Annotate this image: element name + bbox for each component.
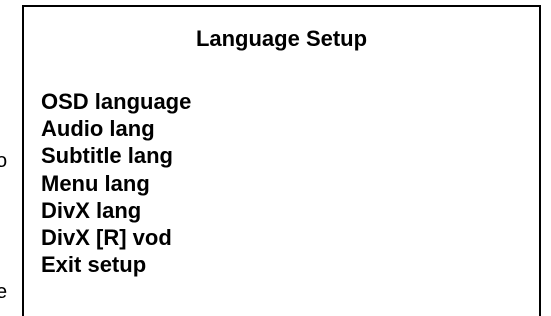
screen: o e Language Setup OSD language Audio la… <box>0 0 551 316</box>
menu-item-menu-lang[interactable]: Menu lang <box>41 170 191 197</box>
language-setup-menu: Language Setup OSD language Audio lang S… <box>22 5 541 316</box>
menu-list: OSD language Audio lang Subtitle lang Me… <box>41 88 191 278</box>
menu-title: Language Setup <box>195 26 368 51</box>
menu-item-exit-setup[interactable]: Exit setup <box>41 251 191 278</box>
menu-item-divx-lang[interactable]: DivX lang <box>41 197 191 224</box>
cropped-edge-text: e <box>0 281 8 303</box>
cropped-edge-text: o <box>0 150 8 172</box>
menu-item-osd-language[interactable]: OSD language <box>41 88 191 115</box>
menu-item-audio-lang[interactable]: Audio lang <box>41 115 191 142</box>
menu-item-subtitle-lang[interactable]: Subtitle lang <box>41 142 191 169</box>
menu-item-divx-vod[interactable]: DivX [R] vod <box>41 224 191 251</box>
